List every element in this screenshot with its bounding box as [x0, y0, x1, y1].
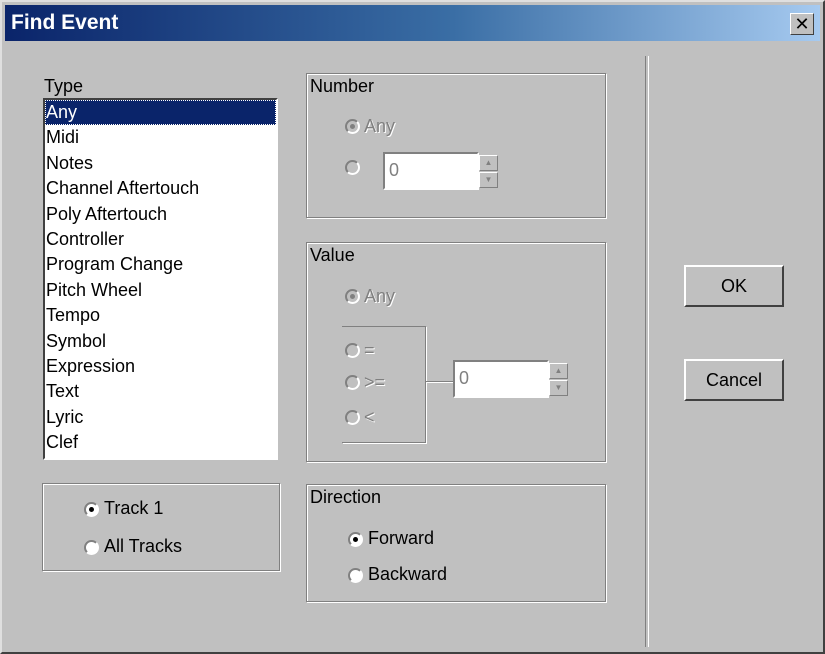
spin-up-arrow-icon[interactable]: ▲ [549, 363, 568, 379]
value-gte-label: >= [364, 372, 386, 392]
spin-up-arrow-icon[interactable]: ▲ [479, 155, 498, 171]
type-list-item[interactable]: Expression [45, 354, 276, 379]
number-spinner[interactable]: ▲ ▼ [479, 155, 498, 189]
backward-label: Backward [368, 564, 448, 584]
forward-radio[interactable] [348, 532, 363, 547]
type-label: Type [44, 76, 84, 96]
number-any-label: Any [364, 116, 396, 136]
type-listbox[interactable]: Any Midi Notes Channel Aftertouch Poly After… [43, 98, 278, 460]
number-value-radio[interactable] [345, 160, 360, 175]
spin-down-arrow-icon[interactable]: ▼ [549, 380, 568, 396]
type-list-item[interactable]: Poly Aftertouch [45, 202, 276, 227]
value-gte-radio[interactable] [345, 375, 360, 390]
all-tracks-radio[interactable] [84, 540, 99, 555]
value-lt-radio[interactable] [345, 410, 360, 425]
find-event-dialog: Find Event ✕ Type Any Midi Notes Channel Af… [0, 0, 825, 654]
type-list-item[interactable]: Lyric [45, 405, 276, 430]
value-eq-radio[interactable] [345, 343, 360, 358]
type-list-item[interactable]: Notes [45, 151, 276, 176]
type-list-item[interactable]: Channel Aftertouch [45, 176, 276, 201]
value-any-radio[interactable] [345, 289, 360, 304]
spin-down-arrow-icon[interactable]: ▼ [479, 172, 498, 188]
title-bar[interactable]: Find Event ✕ [5, 5, 820, 41]
type-list-item[interactable]: Any [45, 100, 276, 126]
type-list-item[interactable]: Program Change [45, 252, 276, 277]
type-list-item[interactable]: Pitch Wheel [45, 278, 276, 303]
value-eq-label: = [364, 340, 375, 360]
number-group-label: Number [310, 76, 377, 97]
ok-button[interactable]: OK [684, 265, 784, 307]
backward-radio[interactable] [348, 568, 363, 583]
close-button[interactable]: ✕ [790, 13, 814, 35]
type-list-item[interactable]: Midi [45, 125, 276, 150]
dialog-client-area: Type Any Midi Notes Channel Aftertouch Poly … [7, 46, 818, 649]
type-list-item[interactable]: Clef [45, 430, 276, 455]
type-list-item[interactable]: Text [45, 379, 276, 404]
type-list-item[interactable]: Controller [45, 227, 276, 252]
close-icon: ✕ [794, 14, 810, 34]
all-tracks-label: All Tracks [104, 536, 183, 556]
forward-label: Forward [368, 528, 435, 548]
value-lt-label: < [364, 407, 375, 427]
track1-label: Track 1 [104, 498, 164, 518]
window-title: Find Event [11, 11, 119, 34]
vertical-separator [645, 56, 649, 647]
value-spinner[interactable]: ▲ ▼ [549, 363, 568, 397]
value-field[interactable]: 0 [453, 360, 549, 398]
cancel-button[interactable]: Cancel [684, 359, 784, 401]
number-any-radio[interactable] [345, 119, 360, 134]
direction-group-label: Direction [310, 487, 384, 508]
type-list-item[interactable]: Tempo [45, 303, 276, 328]
number-value-field[interactable]: 0 [383, 152, 479, 190]
track-group [42, 483, 280, 571]
value-any-label: Any [364, 286, 396, 306]
value-group-label: Value [310, 245, 357, 266]
type-list-item[interactable]: Symbol [45, 329, 276, 354]
track1-radio[interactable] [84, 502, 99, 517]
